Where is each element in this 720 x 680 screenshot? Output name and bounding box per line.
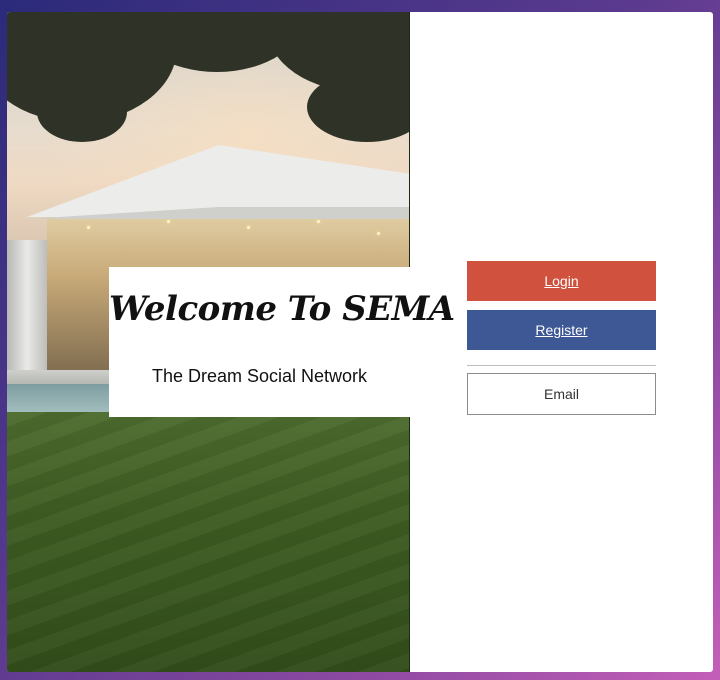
welcome-subtitle: The Dream Social Network [151, 366, 368, 386]
ceiling-light [377, 232, 380, 235]
welcome-title: Welcome To SEMA [109, 289, 455, 329]
email-button[interactable]: Email [467, 373, 656, 415]
ceiling-light [87, 226, 90, 229]
ceiling-light [167, 220, 170, 223]
tree-canopy [37, 82, 127, 142]
app-window: Welcome To SEMA The Dream Social Network… [7, 12, 713, 672]
register-button[interactable]: Register [467, 310, 656, 350]
divider [467, 365, 656, 366]
stone-column [7, 240, 47, 380]
lawn [7, 412, 410, 672]
welcome-card: Welcome To SEMA The Dream Social Network [109, 267, 455, 417]
login-button[interactable]: Login [467, 261, 656, 301]
ceiling-light [247, 226, 250, 229]
ceiling-light [317, 220, 320, 223]
